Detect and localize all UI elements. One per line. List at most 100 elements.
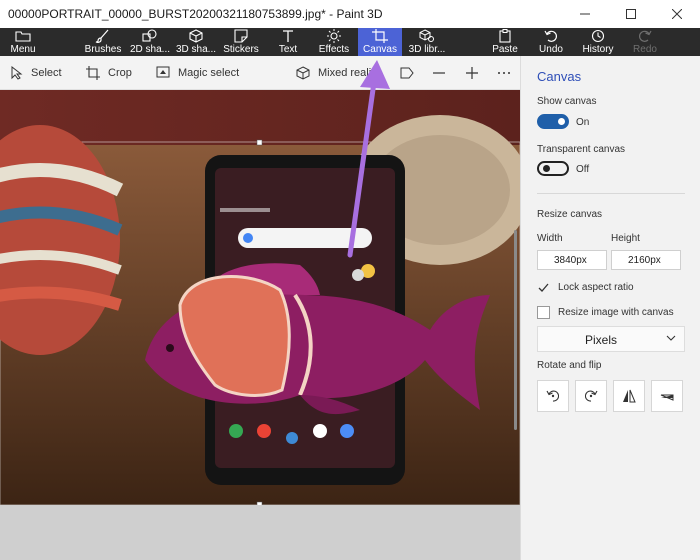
show-canvas-label: Show canvas [537, 96, 597, 107]
close-icon [672, 9, 682, 19]
2d-shapes-icon [141, 28, 159, 44]
tool-brushes-label: Brushes [84, 44, 122, 55]
window-title: 00000PORTRAIT_00000_BURST202003211807538… [8, 7, 383, 21]
lock-aspect-checkbox[interactable] [537, 281, 550, 294]
flip-horizontal-button[interactable] [613, 380, 645, 412]
workspace [0, 90, 520, 560]
selection-toolbar: Select Crop Magic select Mixed reali [0, 56, 520, 90]
redo-button[interactable]: Redo [630, 28, 660, 56]
lock-aspect-label: Lock aspect ratio [558, 282, 634, 293]
paste-icon [496, 28, 514, 44]
brush-icon [94, 28, 112, 44]
text-icon [279, 28, 297, 44]
more-options-button[interactable] [497, 64, 519, 82]
rotate-right-button[interactable] [575, 380, 607, 412]
resize-image-row[interactable]: Resize image with canvas [537, 306, 674, 319]
show-canvas-state: On [576, 117, 590, 128]
flag-button[interactable] [400, 64, 422, 82]
history-button[interactable]: History [580, 28, 616, 56]
zoom-in-button[interactable] [465, 64, 487, 82]
mixed-reality-icon [296, 66, 310, 80]
crop-tool[interactable]: Crop [86, 64, 132, 82]
crop-label: Crop [108, 67, 132, 79]
photo-illustration [0, 90, 520, 505]
paste-label: Paste [492, 44, 518, 55]
chevron-down-icon [666, 335, 676, 341]
maximize-button[interactable] [608, 0, 654, 28]
magic-select-tool[interactable]: Magic select [156, 64, 239, 82]
menu-label: Menu [10, 44, 36, 55]
tool-3d-shapes-label: 3D sha... [175, 44, 217, 55]
minimize-button[interactable] [562, 0, 608, 28]
width-label: Width [537, 233, 563, 244]
tool-effects[interactable]: Effects [317, 28, 351, 56]
height-field[interactable]: 2160px [611, 250, 681, 270]
tool-3d-library[interactable]: 3D libr... [407, 28, 447, 56]
tool-2d-shapes-label: 2D sha... [129, 44, 171, 55]
3d-shapes-icon [187, 28, 205, 44]
magic-select-label: Magic select [178, 67, 240, 79]
crop-icon [86, 66, 100, 80]
units-value: Pixels [584, 333, 617, 347]
canvas-image[interactable] [0, 90, 520, 505]
transparent-canvas-state: Off [576, 164, 590, 175]
plus-icon [466, 67, 478, 79]
resize-image-label: Resize image with canvas [558, 307, 674, 318]
flip-horizontal-icon [623, 389, 636, 403]
cursor-icon [11, 66, 23, 80]
transparent-canvas-toggle[interactable] [537, 161, 569, 176]
tool-text-label: Text [278, 44, 298, 55]
tool-2d-shapes[interactable]: 2D sha... [129, 28, 171, 56]
history-icon [589, 28, 607, 44]
tool-3d-shapes[interactable]: 3D sha... [176, 28, 216, 56]
title-bar: 00000PORTRAIT_00000_BURST202003211807538… [0, 0, 700, 28]
3d-library-icon [418, 28, 436, 44]
transparent-canvas-label: Transparent canvas [537, 144, 626, 155]
tool-stickers[interactable]: Stickers [222, 28, 260, 56]
vertical-scrollbar[interactable] [514, 230, 517, 430]
minus-icon [433, 72, 445, 74]
paste-button[interactable]: Paste [490, 28, 520, 56]
toggle-knob [543, 165, 550, 172]
rotate-flip-label: Rotate and flip [537, 360, 602, 371]
undo-icon [542, 28, 560, 44]
show-canvas-toggle[interactable] [537, 114, 569, 129]
rotate-right-icon [584, 390, 598, 402]
tool-canvas[interactable]: Canvas [358, 28, 402, 56]
select-tool[interactable]: Select [11, 64, 62, 82]
flip-vertical-icon [660, 394, 674, 401]
tool-stickers-label: Stickers [223, 44, 259, 55]
rotate-left-button[interactable] [537, 380, 569, 412]
panel-title: Canvas [537, 69, 582, 84]
folder-icon [14, 28, 32, 44]
lock-aspect-ratio-row[interactable]: Lock aspect ratio [537, 281, 634, 294]
toggle-knob [558, 118, 565, 125]
more-icon [498, 72, 510, 74]
effects-icon [325, 28, 343, 44]
units-dropdown[interactable]: Pixels [537, 326, 685, 352]
width-field[interactable]: 3840px [537, 250, 607, 270]
annotation-arrow [347, 60, 390, 258]
stickers-icon [232, 28, 250, 44]
rotate-left-icon [546, 390, 560, 402]
tool-3d-library-label: 3D libr... [408, 44, 446, 55]
flag-icon [400, 67, 414, 79]
panel-divider [537, 193, 685, 194]
canvas-panel: Canvas Show canvas On Transparent canvas… [520, 56, 700, 560]
undo-label: Undo [539, 44, 563, 55]
tool-text[interactable]: Text [276, 28, 300, 56]
menu-button[interactable]: Menu [6, 28, 40, 56]
height-label: Height [611, 233, 640, 244]
select-label: Select [31, 67, 62, 79]
canvas-icon [371, 28, 389, 44]
redo-icon [636, 28, 654, 44]
magic-select-icon [156, 66, 170, 78]
close-button[interactable] [654, 0, 700, 28]
resize-image-checkbox[interactable] [537, 306, 550, 319]
flip-vertical-button[interactable] [651, 380, 683, 412]
zoom-out-button[interactable] [432, 64, 454, 82]
undo-button[interactable]: Undo [536, 28, 566, 56]
tool-brushes[interactable]: Brushes [84, 28, 122, 56]
minimize-icon [580, 13, 590, 15]
checkmark-icon [538, 283, 549, 292]
